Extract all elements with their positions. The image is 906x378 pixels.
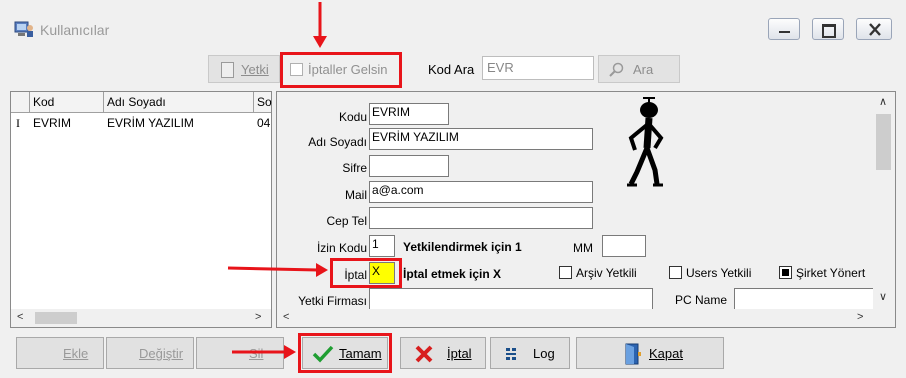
arrow-right-icon: [232, 345, 296, 359]
arrow-down-icon: [313, 2, 327, 48]
arrow-right-icon: [227, 263, 328, 277]
users-window: Kullanıcılar Yetki İptaller Gelsin Kod A…: [0, 0, 906, 378]
annotation-arrows: [227, 2, 328, 359]
